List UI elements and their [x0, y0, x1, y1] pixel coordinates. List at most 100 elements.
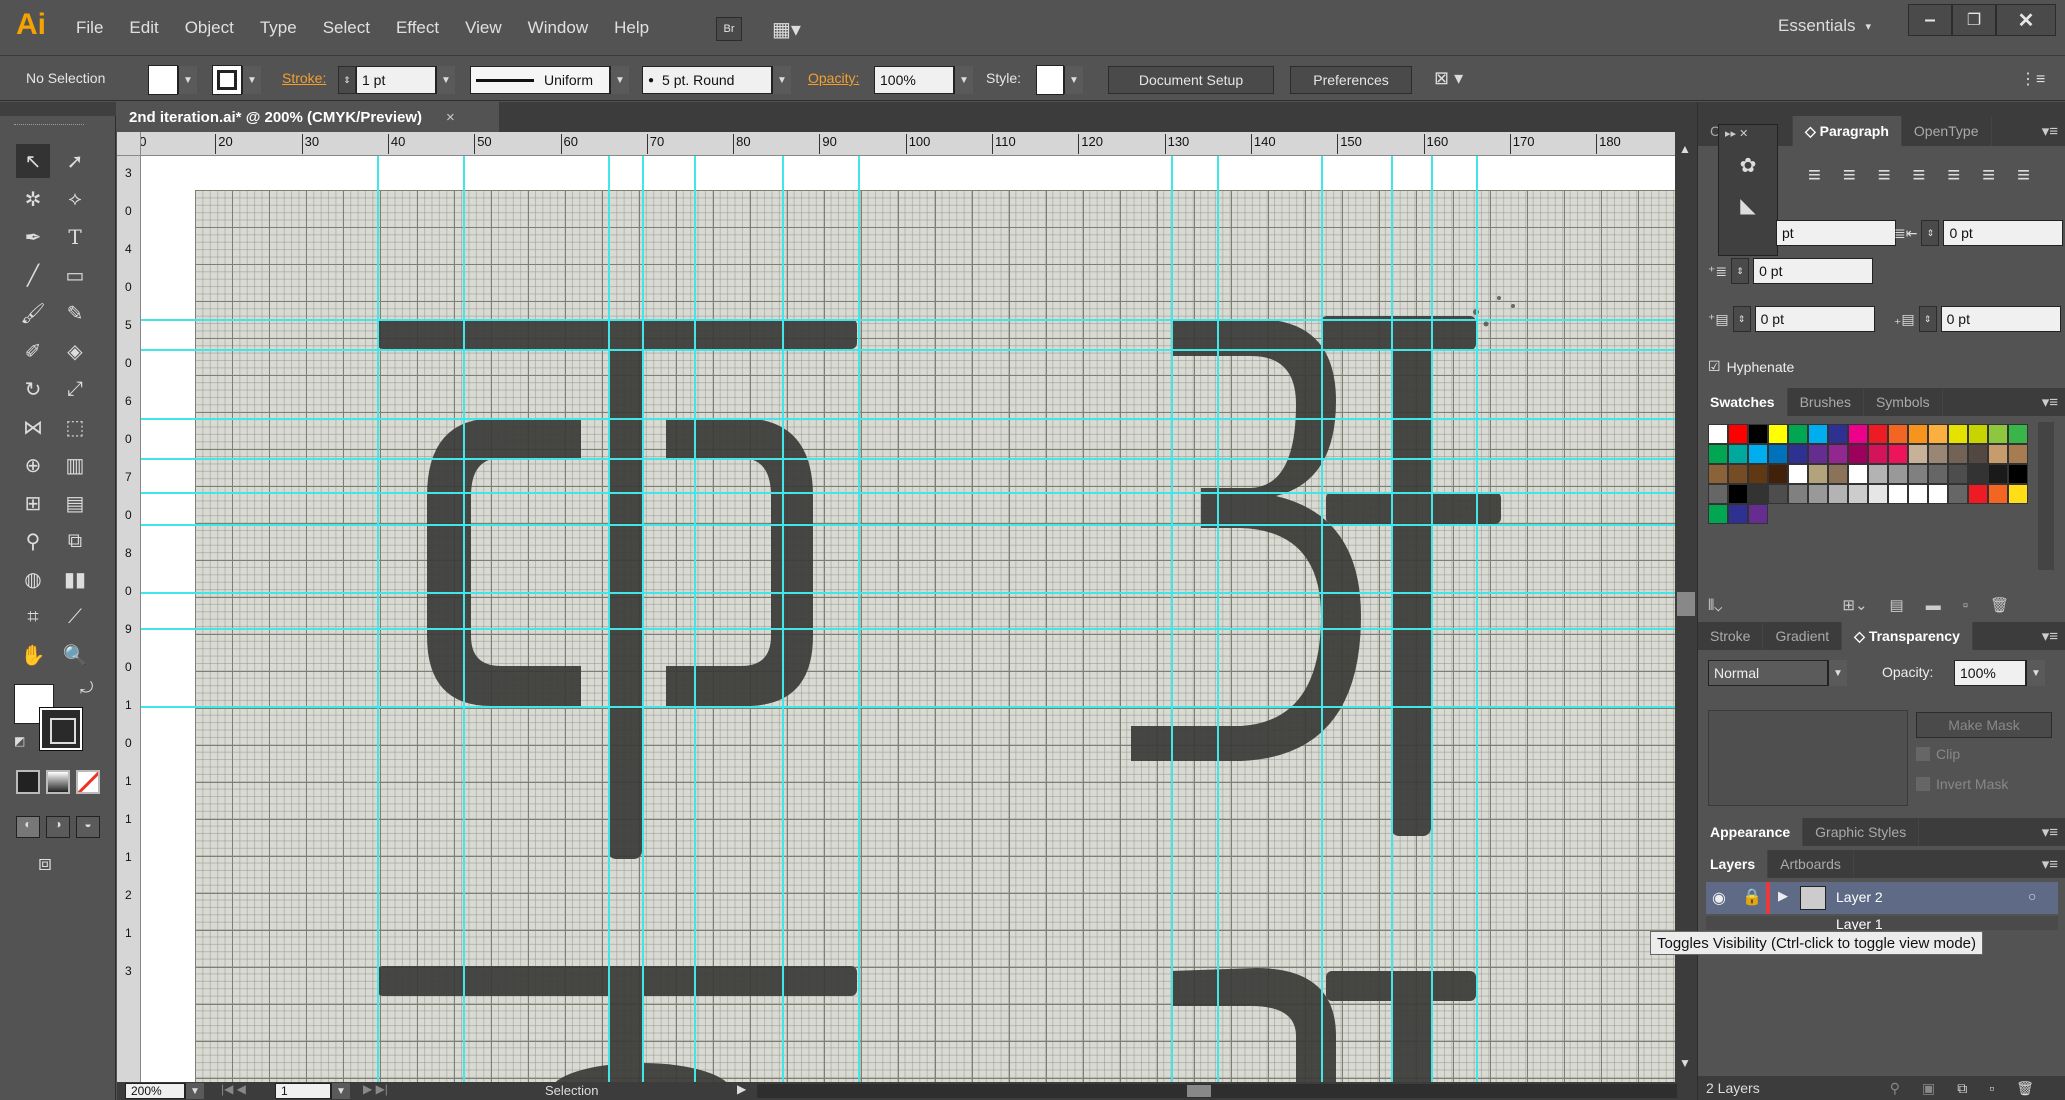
color-swatch[interactable] [1768, 484, 1788, 504]
color-swatch[interactable] [1708, 484, 1728, 504]
menu-type[interactable]: Type [260, 18, 297, 38]
bridge-button[interactable]: Br [716, 17, 742, 41]
artboard-nav-prev[interactable]: |◀ ◀ [221, 1082, 246, 1096]
draw-behind-icon[interactable]: ◑ [46, 816, 70, 838]
variable-width-profile[interactable]: Uniform ▼ [470, 66, 629, 94]
color-swatch[interactable] [1728, 424, 1748, 444]
close-window-button[interactable]: ✕ [1996, 4, 2056, 36]
default-colors-icon[interactable]: ◩ [14, 734, 25, 748]
expand-layer-icon[interactable]: ▶ [1778, 888, 1788, 904]
artboard-tool-icon[interactable]: ⌗ [16, 600, 50, 634]
color-swatch[interactable] [1768, 444, 1788, 464]
color-swatch[interactable] [1868, 444, 1888, 464]
tab-layers[interactable]: Layers [1698, 850, 1769, 878]
align-left-icon[interactable]: ≡ [1808, 162, 1821, 188]
mesh-tool-icon[interactable]: ⊞ [16, 486, 50, 520]
menu-edit[interactable]: Edit [129, 18, 158, 38]
delete-layer-icon[interactable]: 🗑 [2016, 1080, 2034, 1097]
rectangle-tool-icon[interactable]: ▭ [58, 258, 92, 292]
tab-brushes[interactable]: Brushes [1788, 388, 1864, 416]
color-swatch[interactable] [1808, 464, 1828, 484]
ruler-origin[interactable] [117, 132, 141, 156]
color-swatch[interactable] [1888, 444, 1908, 464]
color-swatch[interactable] [1908, 444, 1928, 464]
color-swatch[interactable] [1768, 424, 1788, 444]
pencil-tool-icon[interactable]: ✎ [58, 296, 92, 330]
invert-mask-checkbox[interactable]: Invert Mask [1916, 776, 2008, 792]
hyphenate-checkbox[interactable]: ☑ Hyphenate [1708, 358, 1794, 375]
draw-inside-icon[interactable]: ◒ [76, 816, 100, 838]
color-swatch[interactable] [1708, 424, 1728, 444]
hand-tool-icon[interactable]: ✋ [16, 638, 50, 672]
tab-swatches[interactable]: Swatches [1698, 388, 1788, 416]
color-swatch[interactable] [1808, 424, 1828, 444]
color-swatch[interactable] [1748, 504, 1768, 524]
artboard-number-field[interactable]: 1 ▼ [275, 1083, 350, 1099]
align-right-icon[interactable]: ≡ [1878, 162, 1891, 188]
tab-symbols[interactable]: Symbols [1864, 388, 1943, 416]
color-swatch[interactable] [1708, 464, 1728, 484]
paragraph-panel-menu-icon[interactable]: ▾≡ [2042, 122, 2058, 140]
color-swatch[interactable] [1968, 444, 1988, 464]
color-guide-icon[interactable]: ✿ [1731, 148, 1765, 182]
justify-right-icon[interactable]: ≡ [1982, 162, 1995, 188]
color-swatch[interactable] [1928, 424, 1948, 444]
color-swatch[interactable] [1788, 424, 1808, 444]
color-swatch[interactable] [1948, 424, 1968, 444]
graphic-style-picker[interactable]: ▼ [1036, 65, 1083, 95]
color-swatch[interactable] [1728, 464, 1748, 484]
brush-definition[interactable]: ● 5 pt. Round ▼ [642, 66, 791, 94]
color-swatch[interactable] [1988, 464, 2008, 484]
pen-tool-icon[interactable]: ✒ [16, 220, 50, 254]
tab-paragraph[interactable]: ◇ Paragraph [1793, 116, 1902, 146]
color-swatch[interactable] [1908, 464, 1928, 484]
delete-swatch-icon[interactable]: 🗑 [1990, 596, 2009, 614]
gradient-panel-icon[interactable]: ◣ [1731, 188, 1765, 222]
glyph-artwork[interactable] [141, 156, 1675, 1082]
appearance-panel-menu-icon[interactable]: ▾≡ [2042, 823, 2058, 841]
free-transform-tool-icon[interactable]: ⬚ [58, 410, 92, 444]
workspace-switcher[interactable]: Essentials ▾ [1778, 16, 1871, 36]
scale-tool-icon[interactable]: ⤢ [58, 372, 92, 406]
color-swatch[interactable] [1948, 444, 1968, 464]
screen-mode-icon[interactable]: ⧈ [38, 850, 52, 876]
menu-help[interactable]: Help [614, 18, 649, 38]
line-tool-icon[interactable]: ╱ [16, 258, 50, 292]
color-swatch[interactable] [1768, 464, 1788, 484]
color-swatch[interactable] [1828, 484, 1848, 504]
menu-effect[interactable]: Effect [396, 18, 439, 38]
first-line-indent-field[interactable]: ⁺≣ ⇕ 0 pt [1708, 258, 1874, 284]
layer-name[interactable]: Layer 2 [1836, 889, 1883, 905]
color-swatch[interactable] [1788, 444, 1808, 464]
color-swatch[interactable] [1748, 464, 1768, 484]
color-swatch[interactable] [1788, 484, 1808, 504]
color-swatch[interactable] [1988, 484, 2008, 504]
justify-all-icon[interactable]: ≡ [2017, 162, 2030, 188]
color-swatch[interactable] [1848, 484, 1868, 504]
blob-brush-tool-icon[interactable]: ✐ [16, 334, 50, 368]
menu-window[interactable]: Window [528, 18, 588, 38]
magic-wand-tool-icon[interactable]: ✲ [16, 182, 50, 216]
transparency-panel-menu-icon[interactable]: ▾≡ [2042, 627, 2058, 645]
symbol-sprayer-tool-icon[interactable]: ◍ [16, 562, 50, 596]
lasso-tool-icon[interactable]: ⟡ [58, 182, 92, 216]
color-swatch[interactable] [1948, 484, 1968, 504]
minimize-button[interactable]: – [1908, 4, 1952, 36]
new-sublayer-icon[interactable]: ⧉ [1957, 1080, 1967, 1097]
align-center-icon[interactable]: ≡ [1843, 162, 1856, 188]
layer-row-layer-1[interactable]: Layer 1 [1706, 916, 2058, 930]
tab-artboards[interactable]: Artboards [1768, 850, 1854, 878]
status-menu-icon[interactable]: ▶ [737, 1082, 746, 1096]
color-swatch[interactable] [1988, 444, 2008, 464]
draw-normal-icon[interactable]: ◐ [16, 816, 40, 838]
color-swatch[interactable] [2008, 444, 2028, 464]
color-swatch[interactable] [1848, 444, 1868, 464]
layers-panel-menu-icon[interactable]: ▾≡ [2042, 855, 2058, 873]
document-setup-button[interactable]: Document Setup [1108, 66, 1274, 94]
color-swatch[interactable] [1868, 424, 1888, 444]
color-swatch[interactable] [1968, 484, 1988, 504]
shape-builder-tool-icon[interactable]: ⊕ [16, 448, 50, 482]
new-color-group-icon[interactable]: ▬ [1926, 597, 1941, 614]
justify-left-icon[interactable]: ≡ [1913, 162, 1926, 188]
transparency-opacity-field[interactable]: 100% ▼ [1954, 660, 2045, 686]
